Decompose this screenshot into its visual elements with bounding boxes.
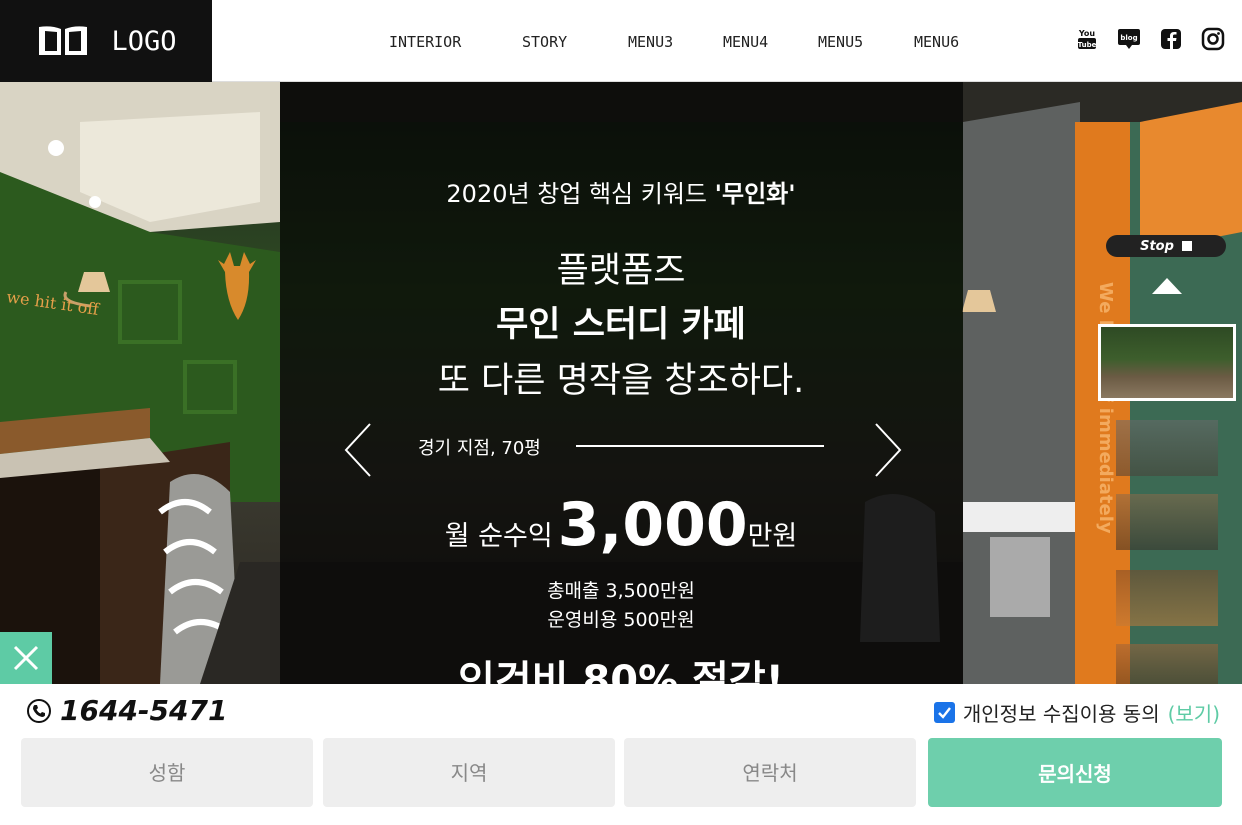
nav-menu4[interactable]: MENU4 [723,33,768,51]
next-slide-arrow-icon[interactable] [866,422,906,478]
region-input[interactable] [323,738,615,807]
hero-sales: 총매출 3,500만원 [547,580,695,602]
slider-stop-button[interactable]: Stop [1106,235,1226,257]
slide-thumbnail-active[interactable] [1098,324,1236,401]
hero-income: 월 순수익 3,000만원 [0,490,1242,560]
submit-inquiry-button[interactable]: 문의신청 [928,738,1222,807]
logo-text: LOGO [111,25,177,57]
privacy-consent: 개인정보 수집이용 동의 (보기) [933,698,1220,727]
contact-bar: 1644-5471 개인정보 수집이용 동의 (보기) 문의신청 [0,684,1242,825]
stop-label: Stop [1140,238,1174,254]
nav-story[interactable]: STORY [522,33,567,51]
facebook-icon[interactable] [1158,26,1184,52]
logo[interactable]: LOGO [0,0,212,82]
hero-income-prefix: 월 순수익 [444,521,553,552]
hero-brand: 플랫폼즈 [556,251,686,291]
slide-thumbnail[interactable] [1116,644,1218,684]
close-icon [13,645,39,671]
book-icon [39,26,88,55]
close-button[interactable] [0,632,52,684]
hero-headline-keyword: '무인화' [714,180,796,208]
phone-icon [27,698,51,723]
privacy-checkbox[interactable] [933,702,955,723]
nav-menu6[interactable]: MENU6 [914,33,959,51]
hero-headline-prefix: 2020년 창업 핵심 키워드 [446,180,715,208]
instagram-icon[interactable] [1200,26,1226,52]
svg-text:Tube: Tube [1078,41,1097,49]
phone-contact[interactable]: 1644-5471 [26,694,227,727]
slide-thumbnail[interactable] [1116,494,1218,550]
slide-thumbnail[interactable] [1116,570,1218,626]
phone-input[interactable] [624,738,916,807]
hero-slogan: 또 다른 명작을 창조하다. [437,361,805,401]
checkmark-icon [938,707,951,719]
nav-menu5[interactable]: MENU5 [818,33,863,51]
svg-text:You: You [1078,29,1096,38]
hero-location-line [576,445,824,447]
prev-slide-arrow-icon[interactable] [342,422,382,478]
hero-savings: 인건비 80% 절감! [458,658,784,684]
hero-headline: 2020년 창업 핵심 키워드 '무인화' [0,174,1242,209]
thumbnail-up-arrow-icon[interactable] [1150,276,1184,296]
privacy-view-link[interactable]: (보기) [1168,698,1220,727]
hero-location: 경기 지점, 70평 [418,438,541,459]
slide-thumbnail[interactable] [1116,420,1218,476]
nav-interior[interactable]: INTERIOR [389,33,461,51]
phone-number: 1644-5471 [60,694,228,727]
blog-icon[interactable]: blog [1116,26,1142,52]
svg-text:blog: blog [1120,34,1137,42]
name-input[interactable] [21,738,313,807]
stop-square-icon [1181,241,1192,251]
hero-product: 무인 스터디 카페 [496,305,746,345]
hero-cost: 운영비용 500만원 [547,609,695,631]
header: LOGO INTERIOR STORY MENU3 MENU4 MENU5 ME… [0,0,1242,82]
hero-slider: we hit it off We hit it off immediately … [0,82,1242,684]
nav-menu3[interactable]: MENU3 [628,33,673,51]
youtube-icon[interactable]: You Tube [1074,26,1100,52]
hero-income-unit: 만원 [747,521,798,552]
hero-income-value: 3,000 [557,490,748,560]
privacy-label: 개인정보 수집이용 동의 [962,702,1160,726]
